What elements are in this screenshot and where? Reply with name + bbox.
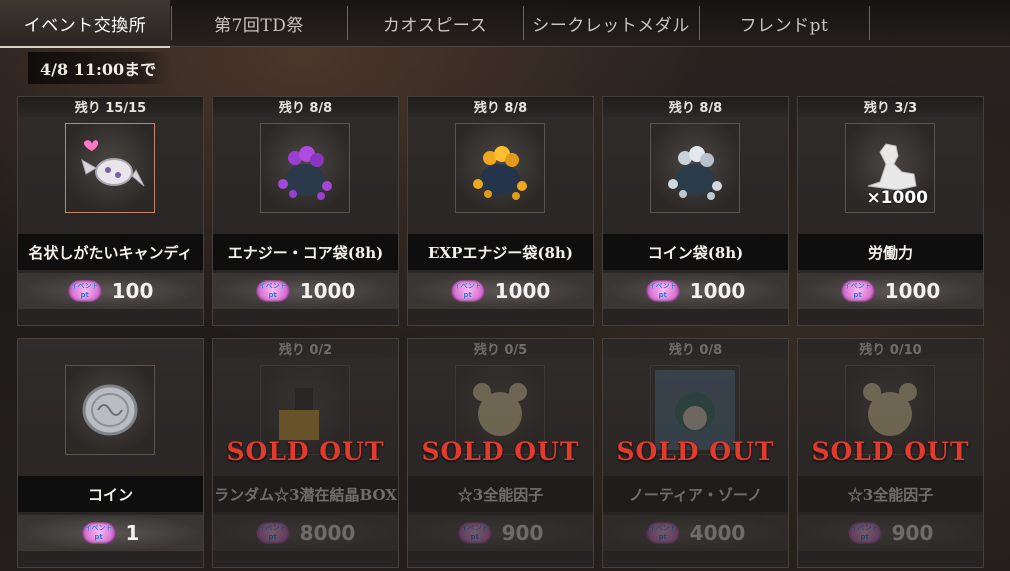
tab-divider: [869, 6, 870, 40]
item-name: コイン袋(8h): [603, 234, 788, 270]
tab-td-festival[interactable]: 第7回TD祭: [172, 0, 346, 46]
exp-energy-bag-icon: [455, 123, 545, 213]
deadline-label: 4/8 11:00まで: [28, 52, 171, 84]
item-price: イベント pt 4000: [603, 515, 788, 551]
event-pt-icon: イベント pt: [645, 280, 680, 302]
coin-icon: [65, 365, 155, 455]
shop-item-card: 残り 0/5 SOLD OUT ☆3全能因子 イベント pt 900: [407, 338, 594, 568]
tab-friend-pt[interactable]: フレンドpt: [700, 0, 868, 46]
item-name: 名状しがたいキャンディ: [18, 234, 203, 270]
event-pt-icon: イベント pt: [645, 522, 680, 544]
remaining-count: 残り 0/8: [603, 339, 788, 359]
event-pt-icon: イベント pt: [255, 280, 290, 302]
shop-item-card[interactable]: 残り 8/8 コイン袋(8h) イベント pt 1000: [602, 96, 789, 326]
shop-item-card[interactable]: 残り 8/8 EXPエナジー袋(8h) イベント pt 1000: [407, 96, 594, 326]
item-name: コイン: [18, 476, 203, 512]
quantity-label: ×1000: [866, 188, 928, 208]
remaining-count: 残り 8/8: [603, 97, 788, 117]
shop-item-card: 残り 0/10 SOLD OUT ☆3全能因子 イベント pt 900: [797, 338, 984, 568]
item-price: イベント pt 1000: [408, 273, 593, 309]
tab-event-exchange[interactable]: イベント交換所: [0, 0, 170, 48]
remaining-count: 残り 3/3: [798, 97, 983, 117]
remaining-count: 残り 0/2: [213, 339, 398, 359]
event-pt-icon: イベント pt: [457, 522, 492, 544]
remaining-count: 残り 0/10: [798, 339, 983, 359]
item-price: イベント pt 1: [18, 515, 203, 551]
tab-bar: イベント交換所 第7回TD祭 カオスピース シークレットメダル フレンドpt: [0, 0, 1010, 48]
event-pt-icon: イベント pt: [450, 280, 485, 302]
shop-item-card[interactable]: コイン イベント pt 1: [17, 338, 204, 568]
item-price: イベント pt 1000: [798, 273, 983, 309]
sold-out-label: SOLD OUT: [616, 436, 775, 466]
remaining-count: 残り 8/8: [408, 97, 593, 117]
item-name: ☆3全能因子: [408, 476, 593, 512]
coin-bag-icon: [650, 123, 740, 213]
item-price: イベント pt 900: [798, 515, 983, 551]
item-price: イベント pt 1000: [213, 273, 398, 309]
remaining-count: 残り 0/5: [408, 339, 593, 359]
sold-out-label: SOLD OUT: [421, 436, 580, 466]
item-price: イベント pt 900: [408, 515, 593, 551]
shop-item-card: 残り 0/8 SOLD OUT ノーティア・ゾーノ イベント pt 4000: [602, 338, 789, 568]
event-pt-icon: イベント pt: [81, 522, 116, 544]
shop-item-card[interactable]: 残り 15/15 名状しがたいキャンディ イベント pt 100: [17, 96, 204, 326]
shop-item-card[interactable]: 残り 3/3 ×1000 労働力 イベント pt 1000: [797, 96, 984, 326]
labor-icon: ×1000: [845, 123, 935, 213]
sold-out-label: SOLD OUT: [226, 436, 385, 466]
shop-item-card: 残り 0/2 SOLD OUT ランダム☆3潜在結晶BOX イベント pt 800…: [212, 338, 399, 568]
event-pt-icon: イベント pt: [255, 522, 290, 544]
item-name: ☆3全能因子: [798, 476, 983, 512]
event-pt-icon: イベント pt: [840, 280, 875, 302]
candy-icon: [65, 123, 155, 213]
energy-core-bag-icon: [260, 123, 350, 213]
item-name: エナジー・コア袋(8h): [213, 234, 398, 270]
item-name: ノーティア・ゾーノ: [603, 476, 788, 512]
event-pt-icon: イベント pt: [847, 522, 882, 544]
remaining-count: 残り 8/8: [213, 97, 398, 117]
remaining-count: 残り 15/15: [18, 97, 203, 117]
item-name: ランダム☆3潜在結晶BOX: [213, 476, 398, 512]
tab-secret-medal[interactable]: シークレットメダル: [524, 0, 698, 46]
item-name: 労働力: [798, 234, 983, 270]
event-pt-icon: イベント pt: [67, 280, 102, 302]
shop-item-card[interactable]: 残り 8/8 エナジー・コア袋(8h) イベント pt 1000: [212, 96, 399, 326]
item-price: イベント pt 1000: [603, 273, 788, 309]
sold-out-label: SOLD OUT: [811, 436, 970, 466]
item-name: EXPエナジー袋(8h): [408, 234, 593, 270]
item-price: イベント pt 8000: [213, 515, 398, 551]
tab-chaos-piece[interactable]: カオスピース: [348, 0, 522, 46]
item-price: イベント pt 100: [18, 273, 203, 309]
